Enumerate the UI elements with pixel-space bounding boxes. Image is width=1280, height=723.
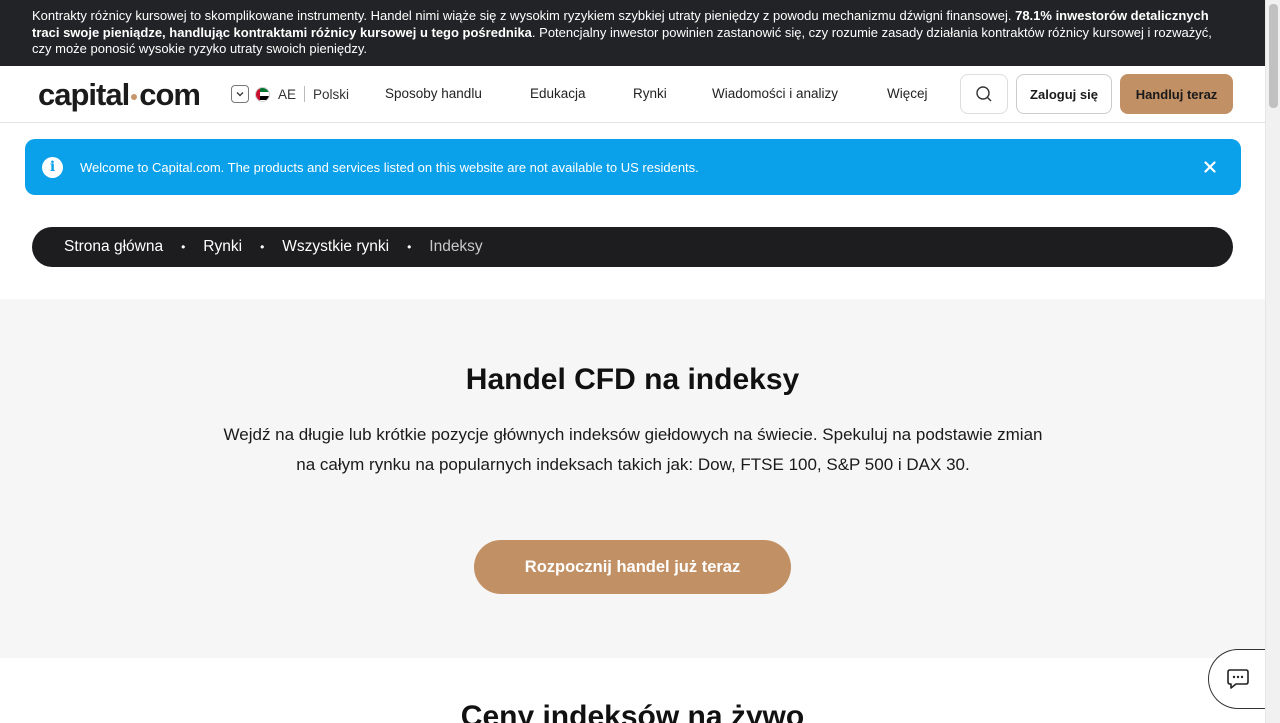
site-header: capital com AE Polski Sposoby handlu Eduk…	[0, 66, 1265, 123]
chat-button[interactable]	[1208, 649, 1266, 709]
breadcrumb-separator: •	[407, 240, 412, 254]
chevron-down-icon[interactable]	[231, 85, 249, 103]
page-scrollbar[interactable]	[1265, 0, 1280, 723]
close-icon[interactable]	[1199, 156, 1221, 178]
scrollbar-thumb[interactable]	[1269, 4, 1278, 108]
nav-sposoby-handlu[interactable]: Sposoby handlu	[385, 86, 482, 101]
hero-section: Handel CFD na indeksy Wejdź na długie lu…	[0, 299, 1265, 658]
live-prices-heading: Ceny indeksów na żywo	[460, 700, 805, 723]
chat-icon	[1226, 669, 1249, 689]
breadcrumb: Strona główna • Rynki • Wszystkie rynki …	[32, 227, 1233, 267]
page-title: Handel CFD na indeksy	[465, 363, 800, 396]
login-button[interactable]: Zaloguj się	[1016, 74, 1112, 114]
language-label[interactable]: Polski	[313, 87, 349, 102]
hero-description: Wejdź na długie lub krótkie pozycje głów…	[223, 425, 1043, 474]
info-icon: i	[42, 156, 63, 178]
nav-wiadomosci-i-analizy[interactable]: Wiadomości i analizy	[712, 86, 838, 101]
us-residents-alert: i Welcome to Capital.com. The products a…	[25, 139, 1241, 195]
logo[interactable]: capital com	[38, 77, 201, 113]
logo-text-1: capital	[38, 77, 130, 112]
breadcrumb-current: Indeksy	[429, 238, 483, 255]
uae-flag-icon	[255, 86, 270, 102]
risk-warning-banner: Kontrakty różnicy kursowej to skomplikow…	[0, 0, 1265, 66]
divider	[304, 86, 306, 102]
alert-text: Welcome to Capital.com. The products and…	[80, 159, 699, 175]
breadcrumb-separator: •	[181, 240, 186, 254]
breadcrumb-markets[interactable]: Rynki	[203, 238, 242, 256]
nav-rynki[interactable]: Rynki	[633, 86, 667, 101]
breadcrumb-home[interactable]: Strona główna	[64, 238, 163, 256]
region-code[interactable]: AE	[278, 87, 296, 102]
trade-now-button[interactable]: Handluj teraz	[1120, 74, 1233, 114]
logo-dot	[131, 94, 138, 100]
breadcrumb-all-markets[interactable]: Wszystkie rynki	[282, 238, 389, 256]
locale-selector[interactable]: AE Polski	[231, 85, 349, 103]
nav-edukacja[interactable]: Edukacja	[530, 86, 586, 101]
nav-wiecej[interactable]: Więcej	[887, 86, 928, 101]
search-icon	[976, 86, 992, 102]
breadcrumb-separator: •	[260, 240, 265, 254]
start-trading-button[interactable]: Rozpocznij handel już teraz	[474, 540, 791, 594]
risk-text-a: Kontrakty różnicy kursowej to skomplikow…	[32, 8, 1016, 23]
logo-text-2: com	[139, 77, 201, 112]
search-button[interactable]	[960, 74, 1008, 114]
